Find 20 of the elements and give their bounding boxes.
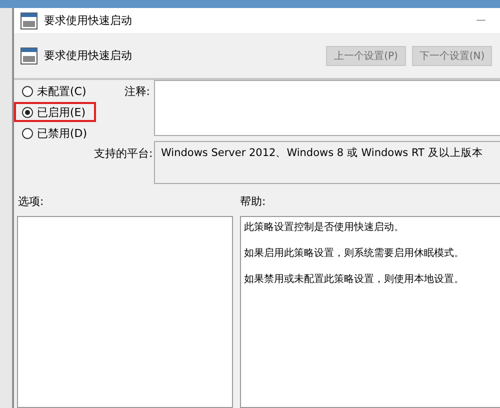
help-label: 帮助: — [240, 194, 267, 210]
options-label: 选项: — [17, 194, 45, 210]
minimize-button[interactable]: — — [476, 15, 486, 26]
radio-button[interactable] — [22, 107, 33, 118]
platform-label: 支持的平台: — [94, 146, 154, 162]
help-text: 此策略设置控制是否使用快速启动。 — [244, 220, 405, 234]
radio-button[interactable] — [22, 86, 33, 97]
policy-icon — [20, 12, 38, 30]
comment-label: 注释: — [123, 84, 151, 100]
platform-value: Windows Server 2012、Windows 8 或 Windows RT 及以上版本 — [154, 141, 500, 184]
comment-field[interactable] — [154, 80, 500, 136]
help-text: 如果启用此策略设置，则系统需要启用休眠模式。 — [244, 246, 465, 260]
help-text: 如果禁用或未配置此策略设置，则使用本地设置。 — [244, 272, 465, 286]
radio-label[interactable]: 已禁用(D) — [37, 126, 88, 141]
radio-label[interactable]: 未配置(C) — [37, 84, 86, 99]
policy-icon — [20, 46, 38, 64]
window-title: 要求使用快速启动 — [44, 13, 133, 28]
radio-label[interactable]: 已启用(E) — [37, 105, 86, 120]
radio-button[interactable] — [22, 128, 33, 139]
policy-title: 要求使用快速启动 — [44, 48, 133, 63]
